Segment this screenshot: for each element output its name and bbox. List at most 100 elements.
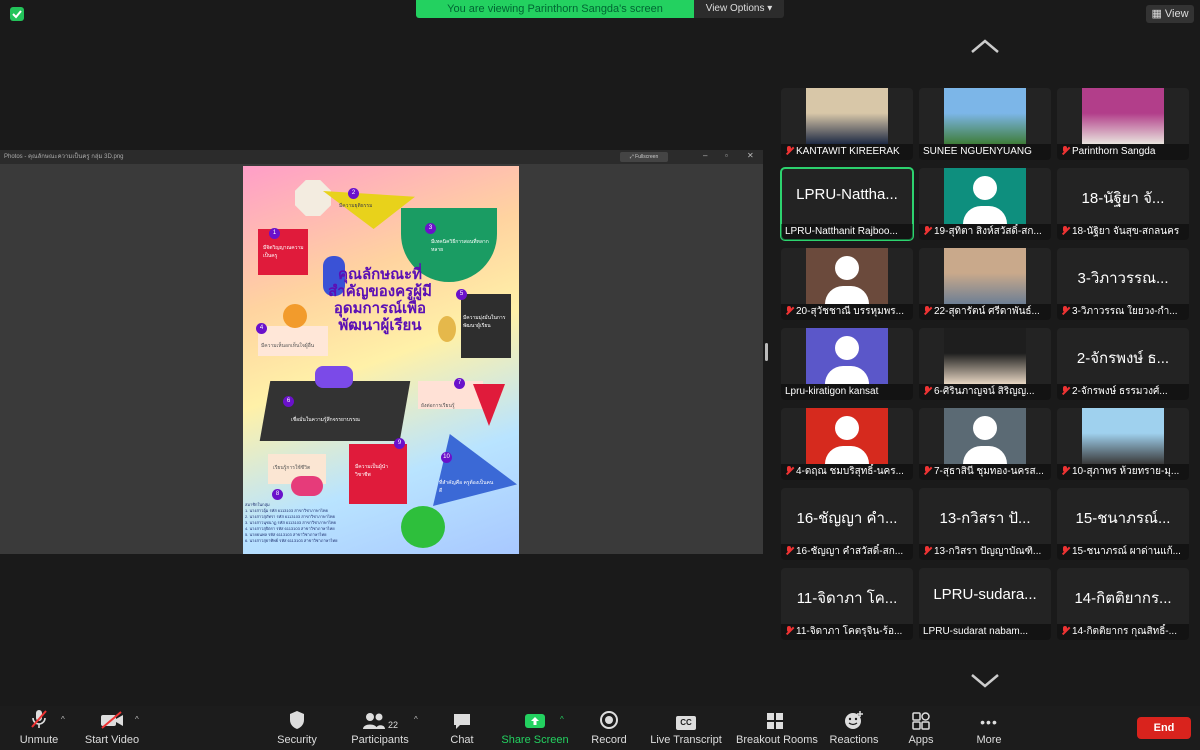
microphone-muted-icon: [923, 546, 931, 555]
poster-title: คุณลักษณะที่สำคัญของครูผู้มีอุดมการณ์เพื…: [328, 266, 432, 334]
participant-name: 4-ดฤณ ชมบริสุทธิ์-นคร...: [796, 466, 904, 477]
poster-number: 2: [348, 188, 359, 199]
microphone-muted-icon: [1061, 306, 1069, 315]
participants-button[interactable]: 22 Participants: [346, 706, 414, 750]
microphone-muted-icon: [923, 386, 931, 395]
unmute-caret-icon[interactable]: ^: [61, 715, 65, 724]
participant-tile[interactable]: Lpru-kiratigon kansat: [781, 328, 913, 400]
poster-note: มีความเป็นผู้นำวิชาชีพ: [355, 464, 389, 478]
chevron-down-icon[interactable]: [970, 673, 1000, 694]
share-caret-icon[interactable]: ^: [560, 715, 564, 724]
participant-tile[interactable]: 7-สุธาสินี ชุมทอง-นครส...: [919, 408, 1051, 480]
participant-tile[interactable]: 15-ชนาภรณ์... 15-ชนาภรณ์ ผาด่านแก้...: [1057, 488, 1189, 560]
participant-tile[interactable]: 4-ดฤณ ชมบริสุทธิ์-นคร...: [781, 408, 913, 480]
shield-icon[interactable]: [10, 7, 24, 21]
participant-name-label: 15-ชนาภรณ์ ผาด่านแก้...: [1057, 544, 1189, 560]
breakout-rooms-button[interactable]: Breakout Rooms: [736, 706, 818, 750]
avatar-body-shape: [963, 206, 1007, 224]
participant-video: [806, 88, 888, 144]
participant-name-label: 10-สุภาพร ห้วยทราย-มุ...: [1057, 464, 1189, 480]
participant-tile[interactable]: SUNEE NGUENYUANG: [919, 88, 1051, 160]
security-label: Security: [277, 734, 317, 746]
avatar-icon: [944, 408, 1026, 464]
participant-display-name: 3-วิภาวรรณ...: [1077, 270, 1169, 287]
participant-tile[interactable]: LPRU-sudara... LPRU-sudarat nabam...: [919, 568, 1051, 640]
more-button[interactable]: ••• More: [968, 706, 1010, 750]
poster-number: 5: [456, 289, 467, 300]
blue-pyramid-shape: [433, 434, 517, 506]
chevron-up-icon[interactable]: [970, 38, 1000, 59]
shield-icon: [290, 711, 304, 729]
unmute-label: Unmute: [19, 734, 59, 746]
participant-display-name: 11-จิดาภา โค...: [796, 590, 898, 607]
participant-display-name: 14-กิตติยากร...: [1074, 590, 1172, 607]
microphone-muted-icon: [1061, 226, 1069, 235]
view-options-button[interactable]: View Options ▾: [694, 0, 784, 18]
fullscreen-label: Fullscreen: [635, 154, 659, 160]
participant-tile[interactable]: 2-จักรพงษ์ ธ... 2-จักรพงษ์ ธรรมวงศ์...: [1057, 328, 1189, 400]
start-video-label: Start Video: [84, 734, 140, 746]
participant-name-label: 20-สุวัชชาณี บรรหุมพร...: [781, 304, 913, 320]
participant-tile[interactable]: 13-กวิสรา ปั... 13-กวิสรา ปัญญาบัณฑิ...: [919, 488, 1051, 560]
poster-note: มีจิตวิญญาณความเป็นครู: [263, 245, 304, 259]
share-screen-button[interactable]: Share Screen: [500, 706, 570, 750]
avatar-body-shape: [825, 366, 869, 384]
minimize-icon[interactable]: –: [703, 151, 707, 160]
participant-name-label: 3-วิภาวรรณ ใยยวง-กำ...: [1057, 304, 1189, 320]
avatar-body-shape: [825, 446, 869, 464]
poster-number: 3: [425, 223, 436, 234]
poster-note: มีความเห็นอกเห็นใจผู้อื่น: [261, 343, 315, 349]
participant-name-label: 2-จักรพงษ์ ธรรมวงศ์...: [1057, 384, 1189, 400]
fullscreen-button[interactable]: ⤢ Fullscreen: [620, 152, 668, 162]
more-dots-icon: •••: [980, 714, 998, 730]
participant-name-label: 14-กิตติยากร กุณสิทธิ์-...: [1057, 624, 1189, 640]
panel-resize-handle[interactable]: [765, 343, 768, 361]
view-options-label: View Options: [705, 3, 765, 14]
participant-tile[interactable]: 11-จิดาภา โค... 11-จิดาภา โคตรุจิน-ร้อ...: [781, 568, 913, 640]
participant-name: 10-สุภาพร ห้วยทราย-มุ...: [1072, 466, 1180, 477]
microphone-muted-icon: [785, 146, 793, 155]
apps-button[interactable]: Apps: [900, 706, 942, 750]
chat-button[interactable]: Chat: [440, 706, 484, 750]
participant-display-name: 16-ชัญญา คำ...: [796, 510, 898, 527]
breakout-rooms-label: Breakout Rooms: [736, 734, 818, 746]
participant-name: 20-สุวัชชาณี บรรหุมพร...: [796, 306, 904, 317]
live-transcript-button[interactable]: CC Live Transcript: [650, 706, 722, 750]
poster-number: 1: [269, 228, 280, 239]
record-button[interactable]: Record: [586, 706, 632, 750]
participant-tile[interactable]: 19-สุทิตา สิงห์สวัสดิ์-สก...: [919, 168, 1051, 240]
participant-tile[interactable]: 6-ศิรินภาญจน์ สิริญญ...: [919, 328, 1051, 400]
maximize-icon[interactable]: ▫: [725, 151, 728, 160]
participant-tile[interactable]: 14-กิตติยากร... 14-กิตติยากร กุณสิทธิ์-..…: [1057, 568, 1189, 640]
participants-caret-icon[interactable]: ^: [414, 715, 418, 724]
participant-tile[interactable]: Parinthorn Sangda: [1057, 88, 1189, 160]
note-box-shape: [258, 326, 328, 356]
poster-note: ยังต่อการเรียนรู้: [421, 403, 455, 409]
poster-note: ที่สำคัญคือ ครูต้องเป็นคนดี: [439, 480, 494, 494]
participant-name-label: LPRU-sudarat nabam...: [919, 624, 1051, 640]
participant-tile[interactable]: LPRU-Nattha... LPRU-Natthanit Rajboo...: [780, 167, 914, 241]
participant-video: [1082, 88, 1164, 144]
start-video-button[interactable]: Start Video: [80, 706, 144, 750]
reactions-button[interactable]: Reactions: [828, 706, 880, 750]
participant-tile[interactable]: 20-สุวัชชาณี บรรหุมพร...: [781, 248, 913, 320]
participant-name: 16-ชัญญา คำสวัสดิ์-สก...: [796, 546, 904, 557]
participant-name-label: LPRU-Natthanit Rajboo...: [781, 224, 913, 240]
microphone-muted-icon: [1061, 146, 1069, 155]
participant-name-label: Parinthorn Sangda: [1057, 144, 1189, 160]
video-caret-icon[interactable]: ^: [135, 715, 139, 724]
participant-tile[interactable]: KANTAWIT KIREERAK: [781, 88, 913, 160]
unmute-button[interactable]: Unmute: [14, 706, 64, 750]
close-icon[interactable]: ✕: [747, 151, 754, 160]
participant-tile[interactable]: 10-สุภาพร ห้วยทราย-มุ...: [1057, 408, 1189, 480]
end-meeting-button[interactable]: End: [1137, 717, 1191, 739]
security-button[interactable]: Security: [272, 706, 322, 750]
poster-number: 6: [283, 396, 294, 407]
participant-tile[interactable]: 3-วิภาวรรณ... 3-วิภาวรรณ ใยยวง-กำ...: [1057, 248, 1189, 320]
participant-tile[interactable]: 18-นัฐิยา จั... 18-นัฐิยา จันสุข-สกลนคร: [1057, 168, 1189, 240]
grid-icon: ▦: [1151, 8, 1162, 20]
view-button[interactable]: ▦ View: [1146, 5, 1194, 23]
participant-tile[interactable]: 16-ชัญญา คำ... 16-ชัญญา คำสวัสดิ์-สก...: [781, 488, 913, 560]
dark-slab-shape: [259, 381, 411, 441]
participant-tile[interactable]: 22-สุดารัตน์ ศรีดาพันธ์...: [919, 248, 1051, 320]
